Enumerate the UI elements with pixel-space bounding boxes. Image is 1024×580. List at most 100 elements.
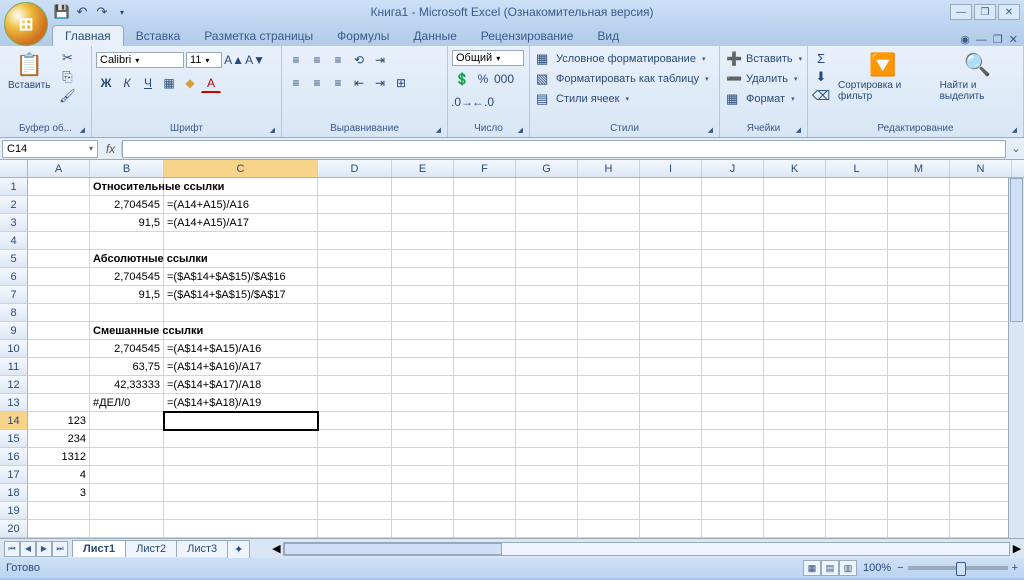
cell[interactable] — [826, 484, 888, 502]
cell[interactable] — [454, 394, 516, 412]
cell[interactable] — [164, 232, 318, 250]
cell[interactable] — [578, 232, 640, 250]
row-header[interactable]: 1 — [0, 178, 28, 196]
cell[interactable] — [28, 340, 90, 358]
cell[interactable] — [702, 286, 764, 304]
formula-input[interactable] — [122, 140, 1006, 158]
cell[interactable] — [516, 340, 578, 358]
clear-icon[interactable]: ⌫ — [812, 88, 830, 104]
sheet-tab[interactable]: Лист3 — [176, 540, 228, 557]
cell[interactable] — [392, 430, 454, 448]
cell[interactable] — [888, 502, 950, 520]
cell[interactable] — [702, 394, 764, 412]
cell[interactable] — [392, 232, 454, 250]
tab-формулы[interactable]: Формулы — [325, 26, 401, 46]
cell[interactable] — [950, 520, 1012, 538]
paste-button[interactable]: 📋Вставить — [4, 50, 54, 93]
cell[interactable] — [950, 430, 1012, 448]
cell[interactable] — [640, 304, 702, 322]
grow-font-icon[interactable]: A▲ — [224, 50, 244, 70]
cell[interactable] — [454, 214, 516, 232]
cell[interactable] — [454, 196, 516, 214]
cell[interactable] — [318, 178, 392, 196]
cell[interactable] — [764, 430, 826, 448]
cell[interactable] — [888, 358, 950, 376]
cell[interactable] — [888, 322, 950, 340]
cell[interactable] — [578, 448, 640, 466]
cell[interactable] — [392, 394, 454, 412]
cell[interactable] — [578, 520, 640, 538]
cell[interactable] — [950, 394, 1012, 412]
italic-button[interactable]: К — [117, 73, 137, 93]
cell[interactable] — [764, 520, 826, 538]
row-header[interactable]: 9 — [0, 322, 28, 340]
cell[interactable]: 2,704545 — [90, 268, 164, 286]
cell[interactable] — [28, 178, 90, 196]
cell[interactable] — [318, 502, 392, 520]
cell[interactable] — [950, 178, 1012, 196]
fx-button[interactable]: fx — [100, 142, 122, 156]
zoom-level[interactable]: 100% — [863, 562, 891, 574]
cell[interactable] — [702, 250, 764, 268]
cell[interactable]: Относительные ссылки — [90, 178, 164, 196]
cell[interactable] — [164, 484, 318, 502]
cell[interactable] — [826, 178, 888, 196]
cell[interactable]: 2,704545 — [90, 196, 164, 214]
cell[interactable] — [950, 286, 1012, 304]
cell[interactable] — [516, 430, 578, 448]
save-icon[interactable]: 💾 — [54, 4, 70, 20]
comma-icon[interactable]: 000 — [494, 69, 514, 89]
cell[interactable]: 3 — [28, 484, 90, 502]
cell[interactable] — [764, 286, 826, 304]
name-box[interactable]: C14 — [2, 140, 98, 158]
cell[interactable] — [454, 178, 516, 196]
font-size-combo[interactable]: 11▾ — [186, 52, 222, 68]
cell[interactable] — [454, 430, 516, 448]
currency-icon[interactable]: 💲 — [452, 69, 472, 89]
cell[interactable] — [702, 448, 764, 466]
cell[interactable] — [888, 484, 950, 502]
cell[interactable]: 123 — [28, 412, 90, 430]
cell[interactable] — [702, 430, 764, 448]
orientation-icon[interactable]: ⟲ — [349, 50, 369, 70]
row-header[interactable]: 8 — [0, 304, 28, 322]
cell[interactable] — [640, 394, 702, 412]
cell[interactable] — [764, 376, 826, 394]
cell[interactable] — [578, 376, 640, 394]
cell[interactable] — [90, 232, 164, 250]
cell[interactable] — [516, 520, 578, 538]
cell[interactable] — [640, 430, 702, 448]
cell[interactable] — [640, 466, 702, 484]
cell[interactable] — [318, 340, 392, 358]
row-header[interactable]: 17 — [0, 466, 28, 484]
cell[interactable] — [702, 304, 764, 322]
cell[interactable] — [392, 502, 454, 520]
cell[interactable] — [164, 412, 318, 430]
fill-color-button[interactable]: ◆ — [180, 73, 200, 93]
cell[interactable] — [826, 322, 888, 340]
cell[interactable] — [578, 286, 640, 304]
cell[interactable] — [578, 340, 640, 358]
cell[interactable] — [888, 412, 950, 430]
cell[interactable] — [516, 394, 578, 412]
cell[interactable] — [950, 196, 1012, 214]
cell[interactable] — [640, 268, 702, 286]
cell[interactable] — [950, 268, 1012, 286]
row-header[interactable]: 10 — [0, 340, 28, 358]
cell[interactable] — [764, 232, 826, 250]
cell[interactable] — [318, 196, 392, 214]
cell[interactable] — [888, 394, 950, 412]
cell[interactable] — [392, 178, 454, 196]
row-header[interactable]: 2 — [0, 196, 28, 214]
cell[interactable] — [702, 520, 764, 538]
cell[interactable]: =(A$14+$A16)/A17 — [164, 358, 318, 376]
cell[interactable] — [516, 304, 578, 322]
row-header[interactable]: 12 — [0, 376, 28, 394]
cell[interactable] — [764, 358, 826, 376]
cell[interactable] — [318, 286, 392, 304]
cell[interactable] — [392, 340, 454, 358]
column-header[interactable]: A — [28, 160, 90, 177]
wrap-text-button[interactable]: ⇥ — [370, 50, 390, 70]
cell[interactable] — [888, 178, 950, 196]
page-break-view-button[interactable]: ▥ — [839, 560, 857, 576]
